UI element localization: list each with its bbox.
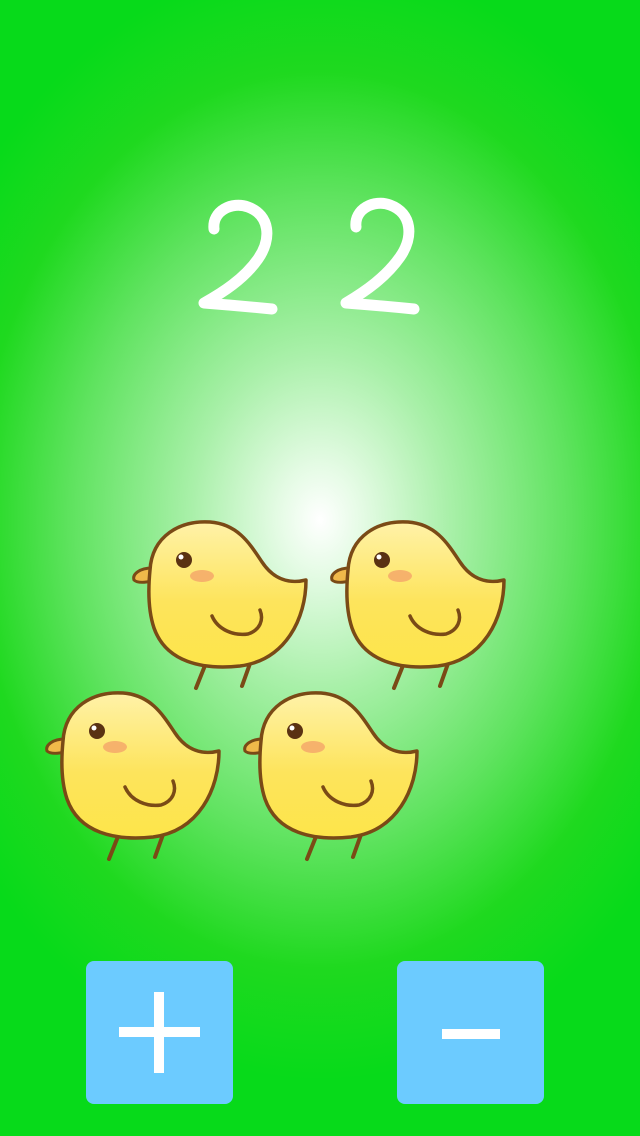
chick-icon [130, 518, 310, 693]
minus-icon [442, 1029, 500, 1039]
chick-icon [241, 689, 421, 864]
plus-button[interactable] [86, 961, 233, 1104]
chick-icon [328, 518, 508, 693]
minus-button[interactable] [397, 961, 544, 1104]
chick-icon [43, 689, 223, 864]
plus-icon [119, 992, 200, 1073]
game-screen: 22 [0, 0, 640, 1136]
